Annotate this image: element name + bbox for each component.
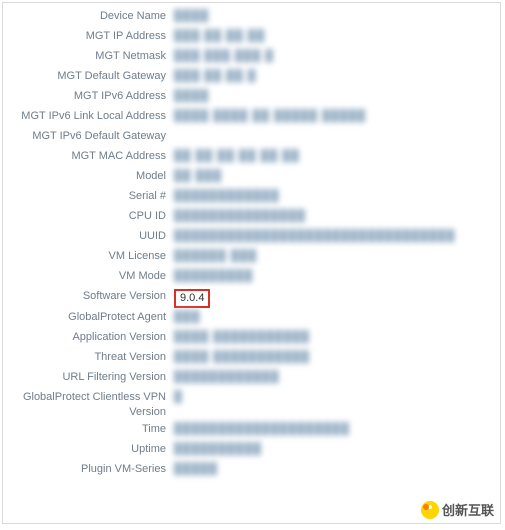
field-label: VM License [11,249,174,264]
redacted-value: ██ ███ [174,170,222,182]
field-label: Application Version [11,330,174,345]
field-value: ██████████ [174,442,262,457]
field-label: Plugin VM-Series [11,462,174,477]
field-value: █████████ [174,269,253,284]
info-row: MGT IPv6 Link Local Address████ ████ ██ … [11,109,492,127]
info-row: VM License██████ ███ [11,249,492,267]
redacted-value: ████████████ [174,190,280,202]
field-label: Uptime [11,442,174,457]
field-label: VM Mode [11,269,174,284]
redacted-value: ███.██.██.█ [174,70,257,82]
field-label: MGT Netmask [11,49,174,64]
field-label: MGT IPv6 Link Local Address [11,109,174,124]
field-value: ███████████████ [174,209,306,224]
redacted-value: ██████ ███ [174,250,257,262]
field-value: 9.0.4 [174,289,210,308]
field-value: ████████████████████████████████ [174,229,455,244]
info-row: URL Filtering Version████████████ [11,370,492,388]
field-label: Software Version [11,289,174,304]
field-label: Model [11,169,174,184]
field-label: MGT Default Gateway [11,69,174,84]
redacted-value: ████ [174,10,209,22]
redacted-value: ███.███.███.█ [174,50,274,62]
info-row: MGT Netmask███.███.███.█ [11,49,492,67]
field-value: ████████████ [174,189,280,204]
field-label: GlobalProtect Agent [11,310,174,325]
field-label: Device Name [11,9,174,24]
field-value: ██████ ███ [174,249,257,264]
redacted-value: ██████████ [174,443,262,455]
info-row: Uptime██████████ [11,442,492,460]
redacted-value: ████ [174,90,209,102]
info-row: VM Mode█████████ [11,269,492,287]
field-label: Serial # [11,189,174,204]
field-value: ████ ███████████ [174,330,310,345]
redacted-value: ███ [174,311,200,323]
field-label: Time [11,422,174,437]
field-label: CPU ID [11,209,174,224]
info-row: MGT Default Gateway███.██.██.█ [11,69,492,87]
info-row: MGT IPv6 Address████ [11,89,492,107]
redacted-value: ██ ██ ██ ██ ██ ██ [174,150,300,162]
info-row: MGT MAC Address██ ██ ██ ██ ██ ██ [11,149,492,167]
info-row: MGT IP Address███.██.██.██ [11,29,492,47]
field-value: ███.██.██.█ [174,69,257,84]
field-value: █████ [174,462,218,477]
field-value: █ [174,390,183,405]
field-value: ████████████ [174,370,280,385]
redacted-value: ███████████████ [174,210,306,222]
redacted-value: █ [174,391,183,403]
info-row: Device Name████ [11,9,492,27]
info-row: Application Version████ ███████████ [11,330,492,348]
field-value: ██ ██ ██ ██ ██ ██ [174,149,300,164]
field-value: ████ [174,9,209,24]
field-label: GlobalProtect Clientless VPN Version [11,390,174,420]
watermark-text: 创新互联 [442,500,494,519]
info-row: GlobalProtect Clientless VPN Version█ [11,390,492,420]
redacted-value: ████████████ [174,371,280,383]
field-label: MGT IPv6 Default Gateway [11,129,174,144]
redacted-value: ████ ███████████ [174,351,310,363]
field-label: MGT IP Address [11,29,174,44]
info-row: Model██ ███ [11,169,492,187]
info-row: Threat Version████ ███████████ [11,350,492,368]
field-value: ████ ███████████ [174,350,310,365]
info-row: Software Version9.0.4 [11,289,492,308]
system-info-panel: Device Name████MGT IP Address███.██.██.█… [2,2,501,524]
redacted-value: █████ [174,463,218,475]
info-row: CPU ID███████████████ [11,209,492,227]
watermark-logo-icon [421,501,439,519]
field-label: MGT MAC Address [11,149,174,164]
info-row: GlobalProtect Agent███ [11,310,492,328]
redacted-value: █████████ [174,270,253,282]
field-label: UUID [11,229,174,244]
watermark: 创新互联 [421,500,494,519]
field-label: Threat Version [11,350,174,365]
field-value: ███.███.███.█ [174,49,274,64]
field-label: MGT IPv6 Address [11,89,174,104]
redacted-value: ████ ███████████ [174,331,310,343]
field-value: ████████████████████ [174,422,350,437]
info-row: Plugin VM-Series█████ [11,462,492,480]
info-row: Serial #████████████ [11,189,492,207]
info-row: UUID████████████████████████████████ [11,229,492,247]
field-value: ██ ███ [174,169,222,184]
redacted-value: ███.██.██.██ [174,30,265,42]
redacted-value: ████ ████ ██ █████ █████ [174,110,366,122]
field-label: URL Filtering Version [11,370,174,385]
redacted-value: ████████████████████████████████ [174,230,455,242]
redacted-value: ████████████████████ [174,423,350,435]
field-value: ███ [174,310,200,325]
field-value: ████ [174,89,209,104]
field-value: ████ ████ ██ █████ █████ [174,109,366,124]
info-row: Time████████████████████ [11,422,492,440]
highlighted-value: 9.0.4 [174,289,210,308]
field-value: ███.██.██.██ [174,29,265,44]
info-row: MGT IPv6 Default Gateway [11,129,492,147]
